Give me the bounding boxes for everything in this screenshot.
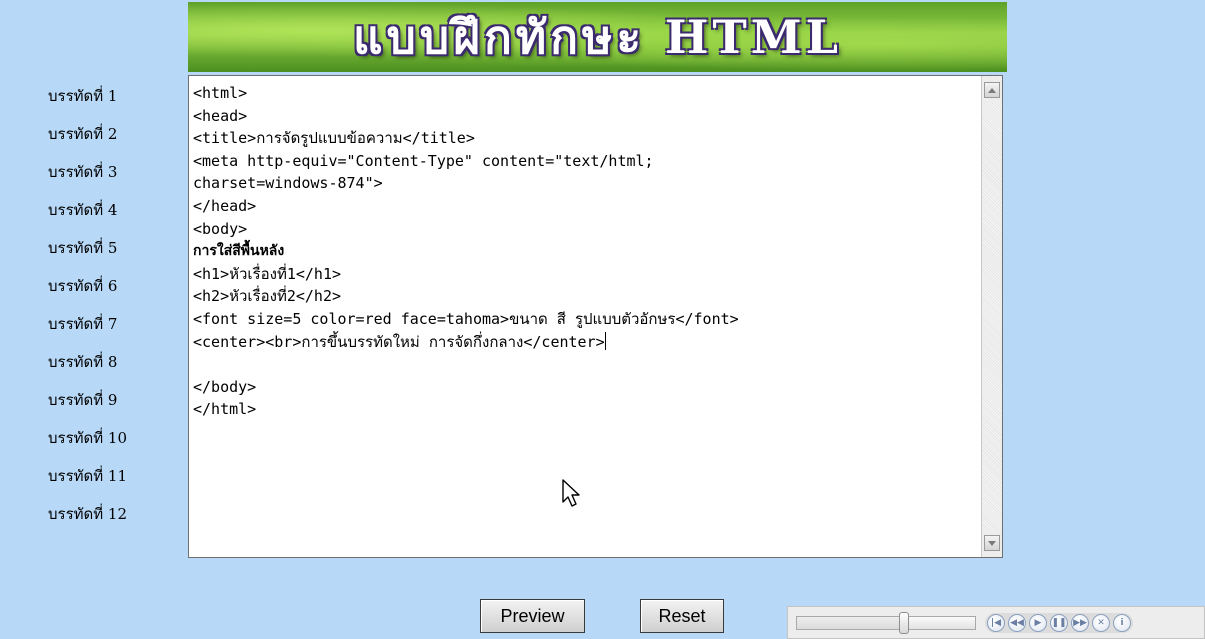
- skip-back-icon[interactable]: |◀: [987, 614, 1005, 632]
- code-line: การใส่สีพื้นหลัง: [193, 243, 285, 260]
- code-line-with-caret: <center><br>การขึ้นบรรทัดใหม่ การจัดกึ่ง…: [193, 331, 980, 354]
- line-label: บรรทัดที่ 11: [48, 467, 128, 485]
- line-label: บรรทัดที่ 3: [48, 163, 118, 181]
- mouse-pointer-icon: [562, 479, 580, 507]
- code-line: <h1>หัวเรื่องที่1</h1>: [193, 264, 342, 283]
- code-line: </html>: [193, 400, 257, 419]
- line-label: บรรทัดที่ 7: [48, 315, 118, 333]
- stop-icon[interactable]: ✕: [1092, 614, 1110, 632]
- code-line: ​: [193, 353, 980, 376]
- scroll-down-arrow-icon[interactable]: [984, 535, 1000, 551]
- code-line: <html>: [193, 84, 248, 102]
- line-label: บรรทัดที่ 4: [48, 201, 118, 219]
- line-label: บรรทัดที่ 12: [48, 505, 128, 523]
- line-label: บรรทัดที่ 2: [48, 125, 118, 143]
- player-controls: |◀ ◀◀ ▶ ❚❚ ▶▶ ✕ i: [985, 613, 1133, 633]
- pause-icon[interactable]: ❚❚: [1050, 614, 1068, 632]
- playback-slider-thumb[interactable]: [898, 612, 909, 634]
- media-player-bar: |◀ ◀◀ ▶ ❚❚ ▶▶ ✕ i: [787, 606, 1205, 639]
- reset-button[interactable]: Reset: [640, 599, 724, 633]
- playback-progress: [797, 617, 904, 629]
- code-line: </head>: [193, 196, 257, 215]
- code-editor-textarea[interactable]: <html> <head> <title>การจัดรูปแบบข้อความ</…: [188, 75, 1003, 558]
- code-line: <head>: [193, 106, 248, 125]
- banner-title: แบบฝึกทักษะ HTML: [352, 9, 843, 64]
- code-line: charset=windows-874">: [193, 174, 383, 193]
- code-line: <title>การจัดรูปแบบข้อความ</title>: [193, 129, 475, 148]
- line-label: บรรทัดที่ 10: [48, 429, 128, 447]
- line-label: บรรทัดที่ 6: [48, 277, 118, 295]
- line-label: บรรทัดที่ 9: [48, 391, 118, 409]
- code-line: <meta http-equiv="Content-Type" content=…: [193, 151, 654, 170]
- info-icon[interactable]: i: [1113, 614, 1131, 632]
- line-label: บรรทัดที่ 5: [48, 239, 118, 257]
- header-banner: แบบฝึกทักษะ HTML: [188, 2, 1007, 72]
- fast-forward-icon[interactable]: ▶▶: [1071, 614, 1089, 632]
- playback-slider-track[interactable]: [796, 612, 976, 634]
- code-line: <body>: [193, 219, 248, 238]
- code-line: <font size=5 color=red face=tahoma>ขนาด …: [193, 309, 739, 328]
- line-number-labels: บรรทัดที่ 1 บรรทัดที่ 2 บรรทัดที่ 3 บรรท…: [48, 85, 188, 541]
- code-line: </body>: [193, 377, 257, 396]
- play-icon[interactable]: ▶: [1029, 614, 1047, 632]
- text-caret: [604, 331, 606, 350]
- vertical-scrollbar[interactable]: [981, 76, 1002, 557]
- code-line: <h2>หัวเรื่องที่2</h2>: [193, 287, 342, 306]
- line-label: บรรทัดที่ 8: [48, 353, 118, 371]
- preview-button[interactable]: Preview: [480, 599, 585, 633]
- scroll-up-arrow-icon[interactable]: [984, 82, 1000, 98]
- code-content[interactable]: <html> <head> <title>การจัดรูปแบบข้อความ</…: [193, 82, 980, 553]
- code-line: <center><br>การขึ้นบรรทัดใหม่ การจัดกึ่ง…: [193, 332, 605, 351]
- line-label: บรรทัดที่ 1: [48, 87, 118, 105]
- rewind-icon[interactable]: ◀◀: [1008, 614, 1026, 632]
